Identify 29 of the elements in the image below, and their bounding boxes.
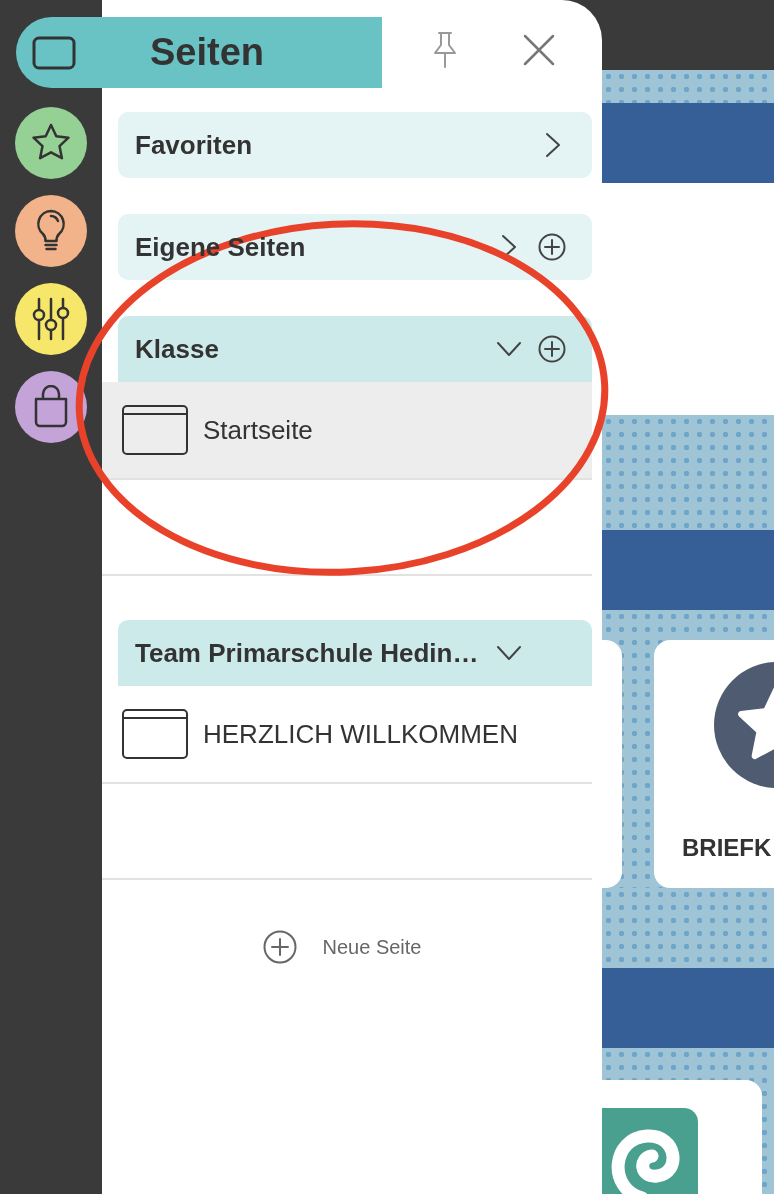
chevron-down-icon[interactable] — [496, 341, 522, 357]
section-title: Eigene Seiten — [135, 230, 306, 264]
section-header[interactable]: Eigene Seiten — [118, 214, 592, 280]
section-header[interactable]: Team Primarschule Hedin… — [118, 620, 592, 686]
add-icon[interactable] — [538, 233, 566, 261]
page-icon — [122, 405, 188, 455]
section-title: Favoriten — [135, 128, 253, 162]
section-header[interactable]: Klasse — [118, 316, 592, 382]
add-icon — [262, 930, 297, 964]
chevron-down-icon[interactable] — [496, 645, 522, 661]
add-icon[interactable] — [538, 335, 566, 363]
new-page-button[interactable]: Neue Seite — [262, 930, 422, 964]
page-item[interactable]: Startseite — [102, 382, 592, 480]
tile-card[interactable] — [602, 1080, 762, 1194]
panel-title: Seiten — [150, 30, 265, 75]
section-title: Klasse — [135, 332, 219, 366]
window-icon[interactable] — [32, 35, 76, 70]
page-title: HERZLICH WILLKOMMEN — [203, 717, 518, 751]
page-icon — [122, 709, 188, 759]
tile-card[interactable] — [602, 640, 622, 888]
close-icon[interactable] — [522, 33, 556, 67]
section-title: Team Primarschule Hedin… — [135, 636, 479, 670]
chevron-right-icon[interactable] — [545, 132, 561, 158]
shopping-bag-icon — [33, 385, 69, 429]
section-header[interactable]: Favoriten — [118, 112, 592, 178]
tile-label: BRIEFK — [682, 833, 772, 863]
sliders-icon — [31, 297, 71, 341]
tile-card[interactable]: BRIEFK — [654, 640, 774, 888]
page-title: Startseite — [203, 413, 313, 447]
